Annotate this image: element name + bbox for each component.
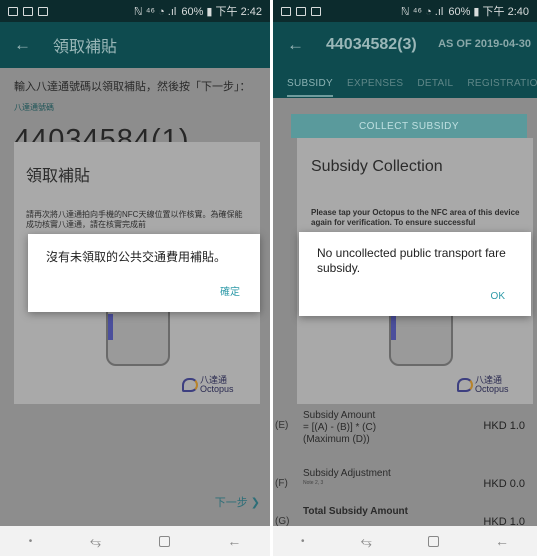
notification-icon xyxy=(38,6,48,16)
sheet-instruction: Please tap your Octopus to the NFC area … xyxy=(311,208,520,227)
logo-en: Octopus xyxy=(475,384,509,394)
dialog-message: No uncollected public transport fare sub… xyxy=(317,246,506,275)
phone-screen-english: ℕ ⁴⁶ ◔ .ıl 60% ▮ 下午 2:40 ← 44034582(3) A… xyxy=(273,0,537,556)
app-icon xyxy=(23,6,33,16)
back-arrow-icon[interactable]: ← xyxy=(287,35,304,55)
row-letter: (E) xyxy=(275,420,289,431)
dialog-ok-button[interactable]: OK xyxy=(491,291,505,302)
chevron-right-icon: ❯ xyxy=(250,497,260,509)
next-step-label: 下一步 xyxy=(214,497,248,509)
octopus-logo: 八達通 Octopus xyxy=(182,376,234,394)
notification-icon xyxy=(311,6,321,16)
sheet-title: 領取補貼 xyxy=(26,168,91,185)
phone-screen-chinese: ℕ ⁴⁶ ◔ .ıl 60% ▮ 下午 2:42 ← 領取補貼 輸入八達通號碼以… xyxy=(0,0,270,556)
nav-dot-icon[interactable]: • xyxy=(301,536,305,547)
tab-registration[interactable]: REGISTRATION xyxy=(467,78,537,89)
instruction-text: 輸入八達通號碼以領取補貼，然後按「下一步」： xyxy=(14,81,251,93)
row-letter: (F) xyxy=(275,478,288,489)
back-icon[interactable]: ← xyxy=(495,533,509,549)
system-nav-bar: • ⥃ ← xyxy=(273,526,537,556)
back-arrow-icon[interactable]: ← xyxy=(14,35,31,55)
back-icon[interactable]: ← xyxy=(227,533,241,549)
as-of-date: AS OF 2019-04-30 xyxy=(438,38,531,50)
nav-dot-icon[interactable]: • xyxy=(29,536,33,547)
row-value: HKD 0.0 xyxy=(483,478,525,490)
tab-detail[interactable]: DETAIL xyxy=(417,78,453,89)
status-bar: ℕ ⁴⁶ ◔ .ıl 60% ▮ 下午 2:40 xyxy=(273,0,537,22)
page-title: 領取補貼 xyxy=(53,39,118,56)
octopus-card-illustration xyxy=(108,314,113,340)
gallery-icon xyxy=(8,6,18,16)
card-number-label: 八達通號碼 xyxy=(14,103,54,112)
alert-dialog: 沒有未領取的公共交通費用補貼。 確定 xyxy=(28,234,260,312)
logo-en: Octopus xyxy=(200,384,234,394)
battery-time: 60% ▮ 下午 2:42 xyxy=(181,6,262,18)
octopus-logo: 八達通 Octopus xyxy=(457,376,509,394)
row-maximum: (Maximum (D)) xyxy=(303,434,370,445)
sheet-instruction: 請再次將八達通拍向手機的NFC天線位置以作核實。為確保能成功核實八達通，請在核實… xyxy=(26,210,243,229)
app-bar: ← 領取補貼 xyxy=(0,22,270,68)
signal-indicators: ℕ ⁴⁶ ◔ .ıl xyxy=(400,5,444,18)
octopus-mark-icon xyxy=(457,378,473,392)
subsidy-row-f: (F) Subsidy Adjustment Note 2, 3 HKD 0.0 xyxy=(275,468,531,490)
tab-expenses[interactable]: EXPENSES xyxy=(347,78,403,89)
row-value: HKD 1.0 xyxy=(483,420,525,432)
tab-bar: SUBSIDY EXPENSES DETAIL REGISTRATION xyxy=(273,68,537,98)
card-number-title: 44034582(3) xyxy=(326,36,417,53)
app-bar: ← 44034582(3) AS OF 2019-04-30 xyxy=(273,22,537,68)
status-bar: ℕ ⁴⁶ ◔ .ıl 60% ▮ 下午 2:42 xyxy=(0,0,270,22)
home-icon[interactable] xyxy=(158,535,170,547)
recent-apps-icon[interactable]: ⥃ xyxy=(361,533,372,550)
signal-indicators: ℕ ⁴⁶ ◔ .ıl xyxy=(133,5,177,18)
home-icon[interactable] xyxy=(427,535,439,547)
recent-apps-icon[interactable]: ⥃ xyxy=(90,533,101,550)
app-icon xyxy=(296,6,306,16)
collect-subsidy-button[interactable]: COLLECT SUBSIDY xyxy=(291,114,527,138)
dialog-ok-button[interactable]: 確定 xyxy=(220,283,240,298)
battery-time: 60% ▮ 下午 2:40 xyxy=(448,6,529,18)
sheet-title: Subsidy Collection xyxy=(311,158,443,175)
octopus-card-illustration xyxy=(391,314,396,340)
octopus-mark-icon xyxy=(182,378,198,392)
alert-dialog: No uncollected public transport fare sub… xyxy=(299,232,531,316)
gallery-icon xyxy=(281,6,291,16)
dialog-message: 沒有未領取的公共交通費用補貼。 xyxy=(46,250,227,264)
next-step-button[interactable]: 下一步 ❯ xyxy=(215,494,260,510)
tab-subsidy[interactable]: SUBSIDY xyxy=(287,78,334,97)
system-nav-bar: • ⥃ ← xyxy=(0,526,270,556)
subsidy-row-g: (G) Total Subsidy Amount HKD 1.0 xyxy=(275,506,531,528)
subsidy-row-e: (E) Subsidy Amount = [(A) - (B)] * (C) (… xyxy=(275,410,531,446)
